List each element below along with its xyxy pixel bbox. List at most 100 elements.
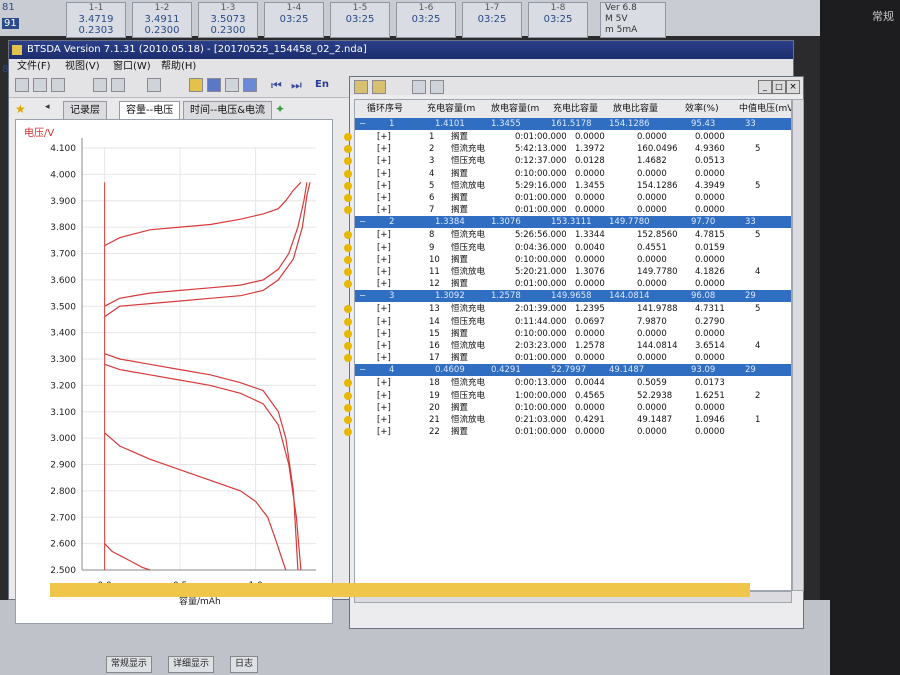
step-row[interactable]: [+] 22 搁置 0:01:00.000 0.0000 0.0000 0.0000 [355,426,791,438]
table-cell: 1.2578 [575,341,605,351]
cycle-row[interactable]: − 1 1.4101 1.3455 161.5178 154.1286 95.43 33 [355,118,791,130]
column-header[interactable]: 充电比容量 [553,100,598,118]
table-cell: 1.3092 [435,291,465,302]
collapse-icon[interactable]: − [359,290,366,302]
language-button[interactable]: En [315,79,329,90]
column-header[interactable]: 效率(%) [685,100,719,118]
cycle-row[interactable]: − 3 1.3092 1.2578 149.9658 144.0814 96.08 29 [355,290,791,303]
table-cell: 5 [755,304,761,315]
wand-icon[interactable] [147,78,161,92]
tab-capacity-voltage[interactable]: 容量--电压 [119,101,181,119]
table-cell: 搁置 [451,328,469,339]
step-row[interactable]: [+] 10 搁置 0:10:00.000 0.0000 0.0000 0.0000 [355,254,791,266]
step-row[interactable]: [+] 9 恒压充电 0:04:36.000 0.0040 0.4551 0.0159 [355,242,791,254]
save-icon[interactable] [207,78,221,92]
channel-box[interactable]: 1-8 03:25 [528,2,588,38]
step-row[interactable]: [+] 11 恒流放电 5:20:21.000 1.3076 149.7780 4.1826… [355,266,791,278]
table-cell: 恒流放电 [451,341,486,351]
table-cell: 0:01:00.000 [515,193,567,203]
tab-scroll-left-icon[interactable]: ◂ [45,102,50,112]
vertical-scrollbar[interactable] [792,99,804,591]
step-row[interactable]: [+] 15 搁置 0:10:00.000 0.0000 0.0000 0.0000 [355,328,791,340]
status-bulb-icon [344,157,352,166]
channel-value: 03:25 [411,14,441,25]
cycle-row[interactable]: − 2 1.3384 1.3076 153.3111 149.7780 97.70 33 [355,216,791,229]
bottom-tab-normal[interactable]: 常规显示 [106,656,153,673]
column-header[interactable]: 放电容量(m [491,100,539,118]
tab-record-layer[interactable]: 记录层 [63,101,107,119]
channel-box[interactable]: 1-2 3.4911 0.2300 [132,2,192,38]
step-row[interactable]: [+] 14 恒压充电 0:11:44.000 0.0697 7.9870 0.2790 [355,316,791,328]
help-icon[interactable] [243,78,257,92]
table-cell: 21 [429,415,440,425]
step-row[interactable]: [+] 8 恒流充电 5:26:56.000 1.3344 152.8560 4.7815 5 [355,229,791,241]
detail-view-icon[interactable] [430,80,444,94]
refresh-icon[interactable] [51,78,65,92]
menu-window[interactable]: 窗口(W) [113,59,151,75]
table-cell: 5 [755,230,761,241]
y-tick-label: 4.100 [50,144,76,154]
step-row[interactable]: [+] 18 恒流充电 0:00:13.000 0.0044 0.5059 0.0173 [355,377,791,389]
channel-box[interactable]: 1-6 03:25 [396,2,456,38]
collapse-icon[interactable]: − [359,364,366,376]
step-row[interactable]: [+] 2 恒流充电 5:42:13.000 1.3972 160.0496 4.9360 5 [355,143,791,155]
maximize-button[interactable]: □ [772,80,786,94]
menu-view[interactable]: 视图(V) [65,59,100,75]
view-tabs: ★ ◂ 记录层 容量--电压 时间--电压&电流 ✦ [13,101,343,119]
open-folder-icon[interactable] [189,78,203,92]
step-row[interactable]: [+] 20 搁置 0:10:00.000 0.0000 0.0000 0.0000 [355,402,791,414]
column-header[interactable]: 中值电压(mV [739,100,791,118]
step-row[interactable]: [+] 3 恒压充电 0:12:37.000 0.0128 1.4682 0.0513 [355,155,791,167]
table-cell: 搁置 [451,427,469,438]
star-icon[interactable]: ★ [15,102,26,116]
filter-icon[interactable] [354,80,368,94]
step-row[interactable]: [+] 16 恒流放电 2:03:23.000 1.2578 144.0814 3.6514… [355,340,791,352]
column-header[interactable]: 充电容量(m [427,100,475,118]
step-row[interactable]: [+] 12 搁置 0:01:00.000 0.0000 0.0000 0.0000 [355,278,791,290]
forward-icon[interactable] [33,78,47,92]
step-row[interactable]: [+] 13 恒流充电 2:01:39.000 1.2395 141.9788 4.7311… [355,303,791,315]
step-row[interactable]: [+] 17 搁置 0:01:00.000 0.0000 0.0000 0.0000 [355,352,791,364]
table-cell: 0:11:44.000 [515,316,567,327]
table-cell: 0.0000 [637,193,667,203]
close-button[interactable]: × [786,80,800,94]
column-header[interactable]: 放电比容量 [613,100,658,118]
collapse-icon[interactable]: − [359,216,366,228]
list-view-icon[interactable] [412,80,426,94]
channel-box[interactable]: 1-3 3.5073 0.2300 [198,2,258,38]
step-row[interactable]: [+] 21 恒流放电 0:21:03.000 0.4291 49.1487 1.0946 1 [355,414,791,426]
status-bulb-icon [344,268,352,276]
step-row[interactable]: [+] 6 搁置 0:01:00.000 0.0000 0.0000 0.0000 [355,192,791,204]
step-row[interactable]: [+] 4 搁置 0:10:00.000 0.0000 0.0000 0.0000 [355,168,791,180]
collapse-icon[interactable]: − [359,118,366,130]
status-bulb-icon [344,354,352,363]
column-header[interactable]: 循环序号 [367,100,403,118]
step-row[interactable]: [+] 5 恒流放电 5:29:16.000 1.3455 154.1286 4.3949 5 [355,180,791,192]
export-icon[interactable] [372,80,386,94]
bottom-tab-detail[interactable]: 详细显示 [168,656,215,673]
table-cell: [+] [377,378,391,389]
channel-box[interactable]: 1-4 03:25 [264,2,324,38]
cycle-row[interactable]: − 4 0.4609 0.4291 52.7997 49.1487 93.09 29 [355,364,791,377]
bottom-tab-log[interactable]: 日志 [230,656,259,673]
channel-box[interactable]: 1-5 03:25 [330,2,390,38]
step-row[interactable]: [+] 1 搁置 0:01:00.000 0.0000 0.0000 0.0000 [355,131,791,143]
window-icon[interactable] [111,78,125,92]
print-icon[interactable] [225,78,239,92]
last-page-icon[interactable]: ⏭ [291,78,302,93]
back-icon[interactable] [15,78,29,92]
step-row[interactable]: [+] 19 恒压充电 1:00:00.000 0.4565 52.2938 1.6251 2 [355,390,791,402]
add-tab-icon[interactable]: ✦ [275,102,285,116]
menu-help[interactable]: 帮助(H) [161,59,196,75]
channel-box[interactable]: 1-7 03:25 [462,2,522,38]
status-bulb-icon [344,416,352,424]
channel-box[interactable]: 1-1 3.4719 0.2303 [66,2,126,38]
status-bulb-icon [344,329,352,338]
layout-icon[interactable] [93,78,107,92]
capacity-voltage-chart[interactable]: 4.100 4.000 3.900 3.800 3.700 3.600 3.500 3.400… [16,120,332,623]
menu-file[interactable]: 文件(F) [17,59,51,75]
tab-time-voltage-current[interactable]: 时间--电压&电流 [183,101,273,119]
first-page-icon[interactable]: ⏮ [271,78,282,93]
step-row[interactable]: [+] 7 搁置 0:01:00.000 0.0000 0.0000 0.0000 [355,204,791,216]
minimize-button[interactable]: _ [758,80,772,94]
